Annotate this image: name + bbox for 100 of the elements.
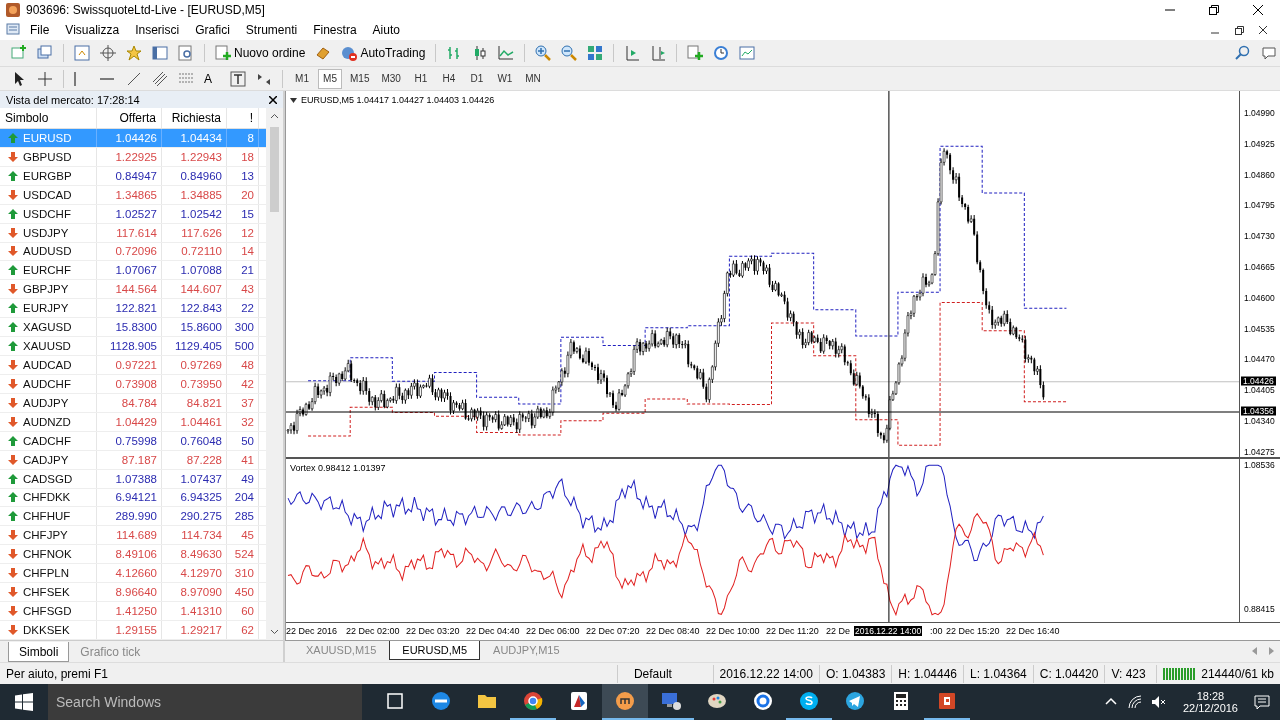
profile-name: Default: [616, 664, 713, 683]
scroll-right-icon[interactable]: [1268, 647, 1274, 655]
column-header[interactable]: Offerta: [97, 108, 162, 128]
symbol-row[interactable]: EURCHF 1.07067 1.07088 21: [0, 261, 266, 281]
spread-cell: 8: [227, 129, 259, 147]
symbol-row[interactable]: CHFHUF 289.990 290.275 285: [0, 507, 266, 527]
bid-cell: 1128.905: [97, 337, 162, 356]
scrollbar-thumb[interactable]: [270, 127, 279, 212]
symbol-row[interactable]: GBPJPY 144.564 144.607 43: [0, 280, 266, 300]
symbol-row[interactable]: XAUUSD 1128.905 1129.405 500: [0, 337, 266, 357]
up-arrow-icon: [8, 511, 18, 522]
time-label: 22 Dec 15:20: [946, 626, 1000, 636]
timeframe-button[interactable]: M1: [290, 68, 314, 89]
column-header[interactable]: !: [227, 108, 259, 128]
symbol-row[interactable]: CHFSGD 1.41250 1.41310 60: [0, 602, 266, 621]
symbol-name: AUDNZD: [23, 415, 71, 428]
wifi-icon[interactable]: [1126, 694, 1143, 710]
symbol-row[interactable]: USDCHF 1.02527 1.02542 15: [0, 204, 266, 224]
up-arrow-icon: [8, 473, 18, 484]
menu-item[interactable]: Strumenti: [237, 23, 306, 37]
bid-cell: 1.22925: [97, 147, 162, 166]
bid-cell: 117.614: [97, 223, 162, 242]
price-tick: 1.04925: [1244, 139, 1275, 148]
down-arrow-icon: [8, 246, 18, 257]
notification-icon[interactable]: [1254, 694, 1270, 710]
time-label: 22 Dec 07:20: [586, 626, 640, 636]
menu-item[interactable]: Finestra: [305, 23, 365, 37]
symbol-row[interactable]: USDCAD 1.34865 1.34885 20: [0, 185, 266, 205]
symbol-row[interactable]: XAGUSD 15.8300 15.8600 300: [0, 318, 266, 338]
price-tick: 1.04860: [1244, 170, 1275, 179]
autotrading-button[interactable]: AutoTrading: [338, 42, 429, 64]
templates-icon: [739, 45, 756, 61]
bid-cell: 1.41250: [97, 602, 162, 620]
symbol-row[interactable]: EURJPY 122.821 122.843 22: [0, 299, 266, 319]
bid-cell: 0.84947: [97, 166, 162, 185]
symbol-row[interactable]: AUDJPY 84.784 84.821 37: [0, 393, 266, 413]
symbol-row[interactable]: CADCHF 0.75998 0.76048 50: [0, 431, 266, 451]
symbol-row[interactable]: CADJPY 87.187 87.228 41: [0, 450, 266, 470]
new-order-button[interactable]: Nuovo ordine: [212, 42, 309, 64]
bid-cell: 114.689: [97, 526, 162, 545]
down-arrow-icon: [8, 227, 18, 238]
down-arrow-icon: [8, 624, 18, 635]
symbol-name: CHFSGD: [23, 605, 72, 617]
symbol-row[interactable]: USDJPY 117.614 117.626 12: [0, 223, 266, 243]
column-header[interactable]: Richiesta: [162, 108, 227, 128]
text-tool-button[interactable]: A: [201, 67, 223, 90]
symbol-row[interactable]: CHFJPY 114.689 114.734 45: [0, 526, 266, 546]
symbol-row[interactable]: AUDNZD 1.04429 1.04461 32: [0, 412, 266, 432]
ask-cell: 1.22943: [162, 147, 227, 166]
spread-cell: 32: [227, 412, 259, 431]
symbol-row[interactable]: EURGBP 0.84947 0.84960 13: [0, 166, 266, 186]
ask-cell: 8.97090: [162, 583, 227, 602]
timeframe-button[interactable]: W1: [492, 68, 517, 89]
menu-item[interactable]: Inserisci: [127, 23, 188, 37]
timeframe-button[interactable]: H1: [408, 68, 433, 89]
speaker-muted-icon[interactable]: [1150, 694, 1167, 710]
indicator-label: Vortex 0.98412 1.01397: [290, 463, 386, 473]
symbol-name: AUDCAD: [23, 359, 72, 371]
column-header[interactable]: Simbolo: [0, 108, 97, 128]
search-field[interactable]: Search Windows: [48, 684, 362, 720]
favorites-icon: [126, 45, 142, 61]
symbol-row[interactable]: AUDCHF 0.73908 0.73950 42: [0, 375, 266, 394]
chart-tab[interactable]: EURUSD,M5: [389, 641, 481, 660]
time-label: 22 Dec 02:00: [346, 626, 400, 636]
symbol-row[interactable]: CHFPLN 4.12660 4.12970 310: [0, 564, 266, 584]
menu-item[interactable]: Visualizza: [57, 23, 128, 37]
timeframe-button[interactable]: M30: [377, 68, 405, 89]
scrollbar[interactable]: [266, 108, 283, 640]
symbol-name: EURJPY: [23, 302, 69, 315]
symbol-row[interactable]: GBPUSD 1.22925 1.22943 18: [0, 147, 266, 167]
timeframe-button[interactable]: M5: [318, 68, 342, 89]
menu-item[interactable]: File: [22, 23, 58, 37]
crosshair-price-label: 1.04356: [1241, 406, 1276, 416]
symbol-row[interactable]: AUDUSD 0.72096 0.72110 14: [0, 242, 266, 262]
timeframe-button[interactable]: MN: [520, 68, 545, 89]
line-chart-icon: [498, 45, 515, 61]
caret-down-icon[interactable]: [270, 627, 279, 636]
timeframe-button[interactable]: D1: [464, 68, 489, 89]
indicator-tick: 1.08536: [1244, 461, 1275, 469]
ask-cell: 15.8600: [162, 318, 227, 337]
timeframe-button[interactable]: M15: [346, 68, 374, 89]
symbol-row[interactable]: CADSGD 1.07388 1.07437 49: [0, 469, 266, 489]
menu-item[interactable]: Aiuto: [364, 23, 408, 37]
panel-tab[interactable]: Simboli: [8, 642, 70, 662]
candlestick-icon: [472, 45, 489, 61]
symbol-row[interactable]: CHFDKK 6.94121 6.94325 204: [0, 488, 266, 508]
symbol-row[interactable]: CHFNOK 8.49106 8.49630 524: [0, 545, 266, 565]
caret-up-icon[interactable]: [270, 112, 279, 121]
symbol-name: CHFHUF: [23, 510, 71, 523]
symbol-row[interactable]: DKKSEK 1.29155 1.29217 62: [0, 620, 266, 640]
crosshair-button[interactable]: [97, 42, 119, 64]
symbol-row[interactable]: AUDCAD 0.97221 0.97269 48: [0, 356, 266, 375]
spread-cell: 450: [227, 583, 259, 602]
scroll-left-icon[interactable]: [1252, 647, 1258, 655]
ask-cell: 8.49630: [162, 545, 227, 564]
symbol-name: CADJPY: [23, 453, 69, 466]
bid-cell: 1.29155: [97, 620, 162, 639]
menu-item[interactable]: Grafici: [187, 23, 238, 37]
symbol-row[interactable]: CHFSEK 8.96640 8.97090 450: [0, 583, 266, 603]
timeframe-button[interactable]: H4: [436, 68, 461, 89]
